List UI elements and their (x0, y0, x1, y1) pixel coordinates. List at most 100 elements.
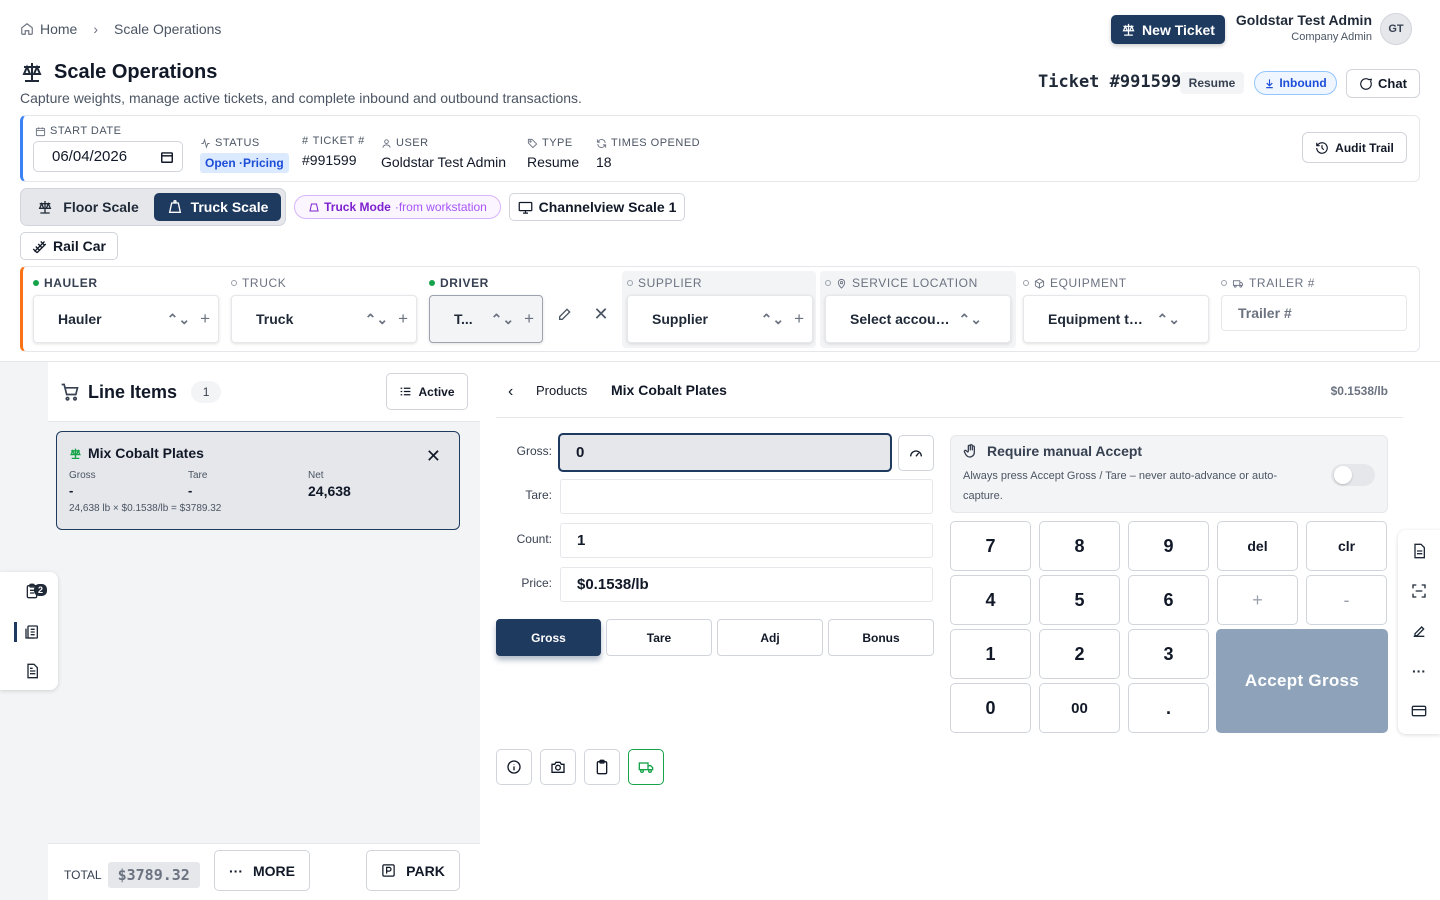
type-value: Resume (527, 154, 580, 170)
line-item-card[interactable]: Mix Cobalt Plates ✕ Gross - Tare - Net 24,6… (56, 431, 460, 530)
document-icon[interactable] (1408, 541, 1430, 561)
signature-icon[interactable] (1408, 621, 1430, 641)
service-location-select[interactable]: Select accoun... ⌃⌄ (825, 295, 1011, 343)
page-title: Scale Operations (20, 60, 217, 84)
mode-gross-button[interactable]: Gross (496, 619, 601, 656)
key-1[interactable]: 1 (950, 629, 1031, 679)
resume-badge: Resume (1180, 72, 1244, 94)
more-button[interactable]: ··· MORE (214, 850, 310, 891)
count-input[interactable]: 1 (560, 523, 933, 558)
card-icon[interactable] (1408, 701, 1430, 721)
price-input[interactable]: $0.1538/lb (560, 567, 933, 602)
gross-input[interactable]: 0 (558, 433, 892, 472)
edit-driver-icon[interactable] (556, 305, 574, 323)
service-location-label: SERVICE LOCATION (825, 276, 978, 290)
key-minus[interactable]: - (1306, 575, 1387, 625)
list-filter-icon (399, 385, 412, 398)
ticket-value: #991599 (302, 152, 357, 168)
park-button[interactable]: PARK (366, 850, 460, 891)
clear-driver-icon[interactable]: ✕ (592, 304, 610, 324)
filter-active-button[interactable]: Active (386, 373, 468, 410)
hauler-select[interactable]: Hauler ⌃⌄ + (33, 295, 219, 343)
new-ticket-button[interactable]: New Ticket (1111, 15, 1225, 44)
price-field-label: Price: (521, 576, 552, 590)
key-2[interactable]: 2 (1039, 629, 1120, 679)
driver-label-text: DRIVER (440, 276, 489, 290)
chat-button[interactable]: Chat (1346, 69, 1420, 98)
supplier-select[interactable]: Supplier ⌃⌄ + (627, 295, 813, 343)
add-supplier-icon[interactable]: + (794, 309, 804, 329)
chevron-updown-icon: ⌃⌄ (958, 310, 982, 327)
document-icon[interactable] (20, 661, 44, 681)
rail-car-tab[interactable]: Rail Car (20, 232, 118, 260)
audit-trail-button[interactable]: Audit Trail (1302, 132, 1407, 163)
inbound-label: Inbound (1279, 76, 1327, 90)
key-0[interactable]: 0 (950, 683, 1031, 733)
inbound-badge[interactable]: Inbound (1254, 71, 1337, 95)
line-item-tare: Tare - (188, 470, 207, 498)
supplier-value: Supplier (652, 311, 709, 327)
breadcrumb-home[interactable]: Home (40, 21, 77, 37)
scan-icon[interactable] (1408, 581, 1430, 601)
line-item-calculation: 24,638 lb × $0.1538/lb = $3789.32 (69, 503, 222, 514)
optional-dot (1221, 280, 1227, 286)
left-tool-rail: 2 (0, 572, 58, 690)
key-plus[interactable]: + (1217, 575, 1298, 625)
key-clr[interactable]: clr (1306, 521, 1387, 571)
park-label: PARK (406, 862, 445, 879)
mode-tare-button[interactable]: Tare (606, 619, 712, 656)
start-date-input[interactable]: 06/04/2026 (33, 141, 183, 172)
key-del[interactable]: del (1217, 521, 1298, 571)
arrow-down-icon (1264, 78, 1275, 89)
mode-adj-button[interactable]: Adj (717, 619, 823, 656)
floor-scale-tab[interactable]: Floor Scale (26, 193, 150, 221)
info-icon (507, 760, 521, 774)
add-driver-icon[interactable]: + (524, 309, 534, 329)
ticket-label-text: TICKET # (312, 135, 365, 147)
calendar-icon[interactable] (160, 150, 174, 164)
remove-item-icon[interactable]: ✕ (426, 446, 441, 467)
add-truck-icon[interactable]: + (398, 309, 408, 329)
key-9[interactable]: 9 (1128, 521, 1209, 571)
truck-scale-tab[interactable]: Truck Scale (154, 193, 281, 221)
new-ticket-label: New Ticket (1142, 21, 1215, 38)
key-6[interactable]: 6 (1128, 575, 1209, 625)
scale-device-select[interactable]: Channelview Scale 1 (509, 193, 685, 221)
back-chevron-icon[interactable]: ‹ (508, 383, 513, 401)
rail-car-label: Rail Car (53, 238, 106, 254)
manual-accept-toggle[interactable] (1331, 464, 1375, 486)
key-4[interactable]: 4 (950, 575, 1031, 625)
key-3[interactable]: 3 (1128, 629, 1209, 679)
truck-select[interactable]: Truck ⌃⌄ + (231, 295, 417, 343)
avatar[interactable]: GT (1380, 13, 1412, 45)
service-location-label-text: SERVICE LOCATION (852, 276, 978, 290)
key-dot[interactable]: . (1128, 683, 1209, 733)
gauge-icon (910, 450, 922, 457)
key-8[interactable]: 8 (1039, 521, 1120, 571)
more-label: MORE (253, 862, 295, 879)
mode-bonus-button[interactable]: Bonus (828, 619, 934, 656)
add-hauler-icon[interactable]: + (200, 309, 210, 329)
trailer-input[interactable]: Trailer # (1221, 295, 1407, 331)
clipboard-button[interactable] (584, 749, 620, 785)
info-button[interactable] (496, 749, 532, 785)
tickets-icon[interactable] (20, 622, 44, 642)
accept-gross-button[interactable]: Accept Gross (1216, 629, 1388, 733)
box-icon (1034, 277, 1045, 289)
hauler-label: HAULER (33, 276, 98, 290)
key-7[interactable]: 7 (950, 521, 1031, 571)
tare-input[interactable] (560, 479, 933, 514)
driver-select[interactable]: T... ⌃⌄ + (429, 295, 543, 343)
camera-button[interactable] (540, 749, 576, 785)
equipment-select[interactable]: Equipment type ⌃⌄ (1023, 295, 1209, 343)
required-dot (33, 280, 39, 286)
truck-button[interactable] (628, 749, 664, 785)
total: TOTAL $3789.32 (64, 862, 200, 888)
tare-label: Tare (188, 470, 208, 481)
more-horizontal-icon[interactable]: ··· (1408, 661, 1430, 681)
products-breadcrumb[interactable]: Products (536, 383, 587, 398)
truck-mode-label: Truck Mode (324, 200, 391, 214)
key-5[interactable]: 5 (1039, 575, 1120, 625)
gauge-button[interactable] (898, 435, 934, 471)
key-00[interactable]: 00 (1039, 683, 1120, 733)
